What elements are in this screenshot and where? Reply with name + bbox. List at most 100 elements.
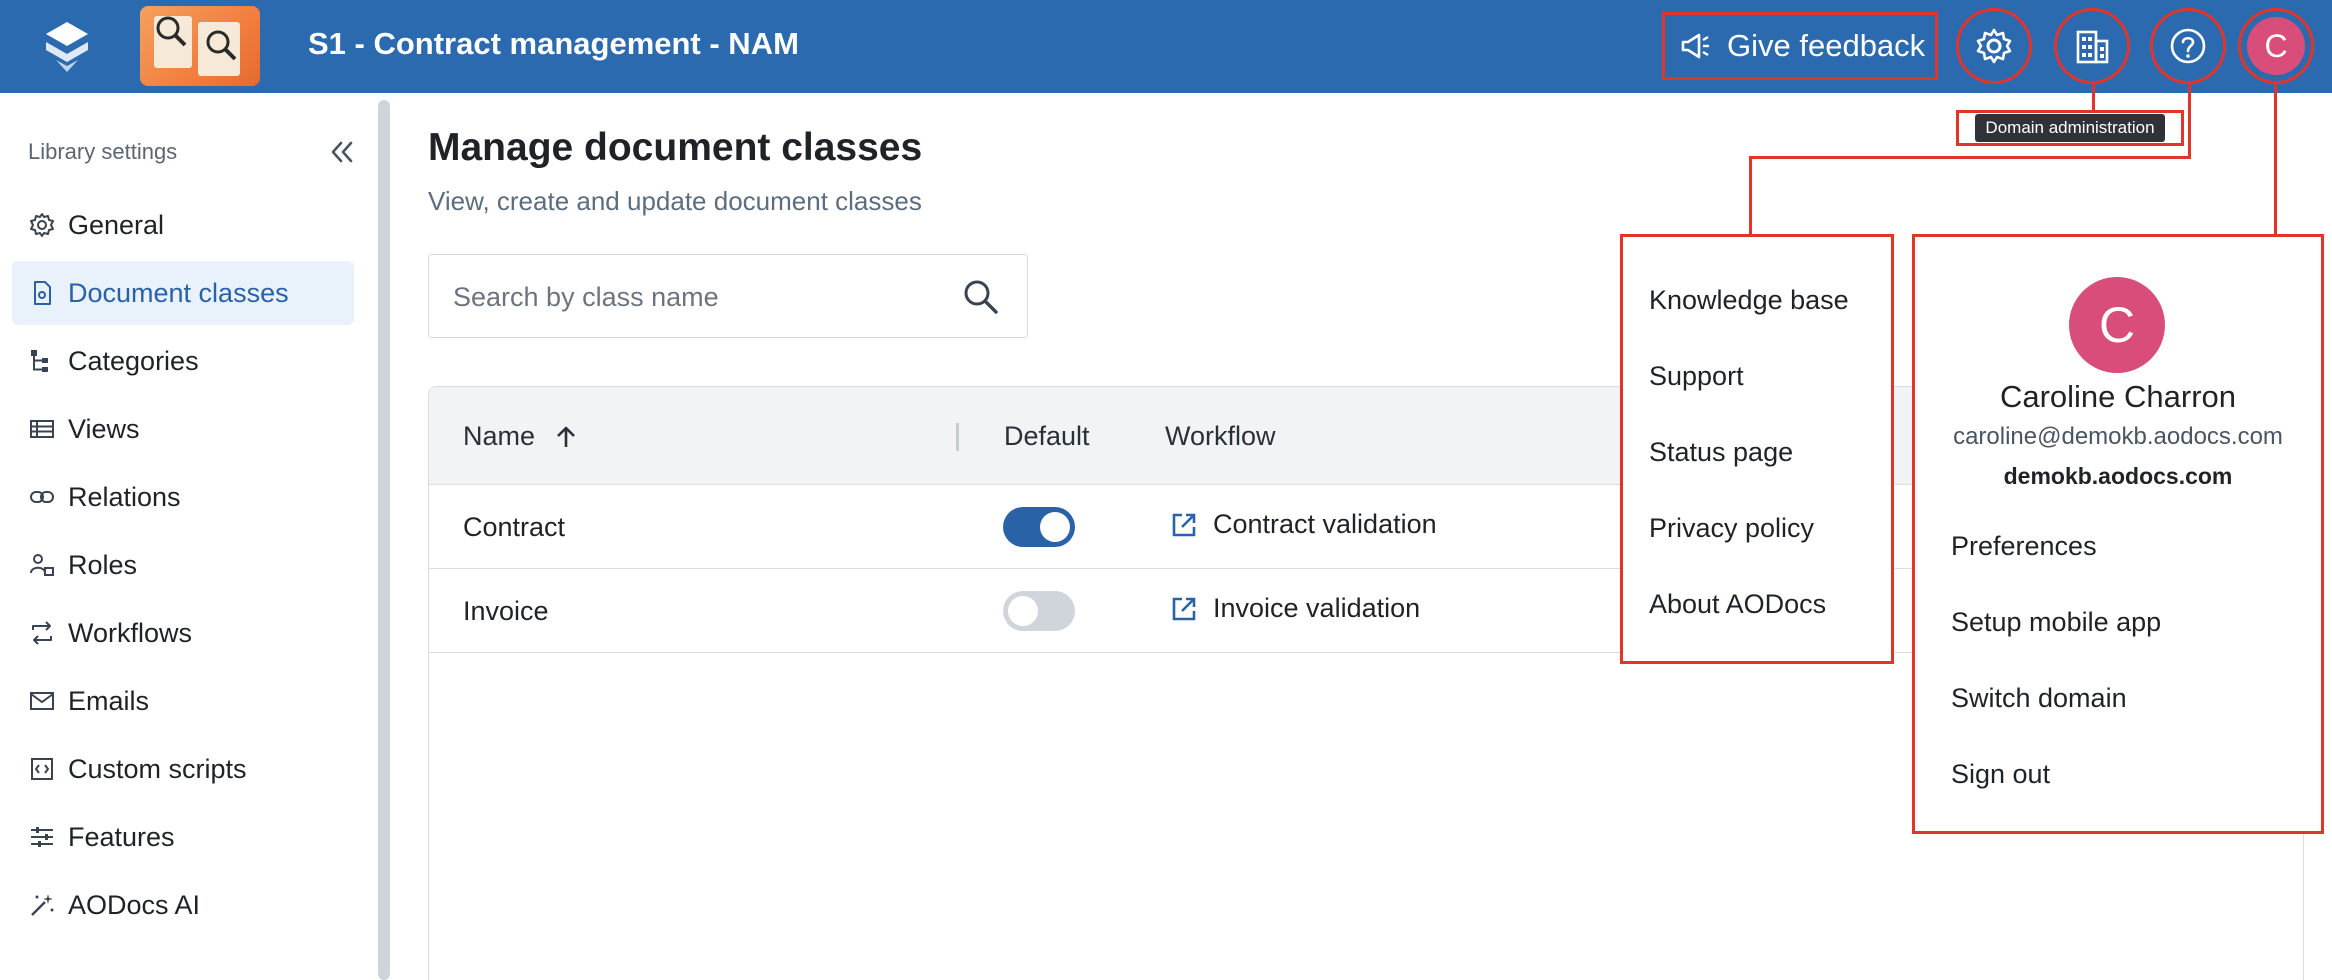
list-icon <box>30 420 54 438</box>
help-button[interactable] <box>2150 8 2226 84</box>
sidebar-item-aodocs-ai[interactable]: AODocs AI <box>12 873 354 937</box>
give-feedback-button[interactable]: Give feedback <box>1662 12 1938 80</box>
code-icon <box>31 758 53 780</box>
sliders-icon <box>31 827 53 847</box>
workflow-label: Contract validation <box>1213 509 1437 539</box>
page-title: Manage document classes <box>428 126 923 169</box>
help-connector-horizontal <box>1749 156 2191 159</box>
workflow-icon <box>32 621 52 645</box>
building-icon <box>2076 30 2109 64</box>
menu-item-setup-mobile-app[interactable]: Setup mobile app <box>1951 607 2161 638</box>
sidebar-heading: Library settings <box>28 139 178 164</box>
sidebar-item-categories[interactable]: Categories <box>12 329 354 393</box>
row-name: Contract <box>463 512 566 542</box>
sidebar-item-emails[interactable]: Emails <box>12 669 354 733</box>
column-header-name[interactable]: Name <box>463 421 579 452</box>
workflow-link[interactable]: Invoice validation <box>1169 593 1420 624</box>
document-class-icon <box>34 281 51 305</box>
toggle-knob <box>1008 596 1038 626</box>
domain-administration-button[interactable] <box>2054 8 2130 84</box>
sidebar-item-label: Views <box>68 413 140 444</box>
sidebar-item-label: Document classes <box>68 277 289 308</box>
default-toggle-on[interactable] <box>1003 507 1075 547</box>
sidebar-item-relations[interactable]: Relations <box>12 465 354 529</box>
megaphone-icon <box>1681 33 1709 59</box>
sidebar-item-label: AODocs AI <box>68 889 201 920</box>
search-icon[interactable] <box>959 275 1003 319</box>
help-connector-drop <box>1749 156 1752 236</box>
top-bar: S1 - Contract management - NAM Give feed… <box>0 0 2332 93</box>
sidebar-nav: General Document classes Categories View… <box>12 193 354 941</box>
help-item-status-page[interactable]: Status page <box>1649 437 1793 468</box>
link-icon <box>30 491 54 503</box>
library-thumbnail[interactable] <box>140 6 260 86</box>
sidebar-item-workflows[interactable]: Workflows <box>12 601 354 665</box>
sidebar-item-label: Roles <box>68 549 138 580</box>
mail-icon <box>30 692 54 710</box>
settings-button[interactable] <box>1956 8 2032 84</box>
column-resize-handle[interactable] <box>956 423 959 451</box>
sidebar-item-features[interactable]: Features <box>12 805 354 869</box>
avatar: C <box>2069 277 2165 373</box>
tree-icon <box>31 350 48 372</box>
magic-wand-icon <box>31 894 54 916</box>
sidebar-item-document-classes[interactable]: Document classes <box>12 261 354 325</box>
tooltip-connector <box>2092 84 2095 110</box>
help-item-privacy-policy[interactable]: Privacy policy <box>1649 513 1814 544</box>
collapse-sidebar-icon[interactable] <box>326 137 356 167</box>
menu-item-sign-out[interactable]: Sign out <box>1951 759 2050 790</box>
default-toggle-off[interactable] <box>1003 591 1075 631</box>
magnifier-illustration-icon-2 <box>206 30 237 61</box>
sidebar-item-views[interactable]: Views <box>12 397 354 461</box>
column-header-default[interactable]: Default <box>1004 421 1090 452</box>
sidebar: Library settings General Document classe… <box>0 93 372 980</box>
user-menu: C Caroline Charron caroline@demokb.aodoc… <box>1912 234 2324 834</box>
open-external-icon <box>1172 513 1196 536</box>
sidebar-item-label: Workflows <box>68 617 193 648</box>
row-name: Invoice <box>463 596 549 626</box>
gear-icon <box>1976 28 2012 64</box>
workflow-label: Invoice validation <box>1213 593 1421 623</box>
gear-icon <box>30 213 54 237</box>
user-name: Caroline Charron <box>1999 379 2237 414</box>
menu-item-switch-domain[interactable]: Switch domain <box>1951 683 2127 714</box>
help-connector-vertical <box>2188 84 2191 158</box>
sidebar-scrollbar[interactable] <box>378 100 390 980</box>
help-icon <box>2170 28 2206 64</box>
sidebar-item-label: General <box>68 209 165 240</box>
roles-icon <box>30 554 54 576</box>
sort-ascending-icon[interactable] <box>553 424 579 450</box>
open-external-icon <box>1172 597 1196 620</box>
help-item-knowledge-base[interactable]: Knowledge base <box>1649 285 1849 316</box>
workflow-link[interactable]: Contract validation <box>1169 509 1437 540</box>
give-feedback-label: Give feedback <box>1727 28 1926 63</box>
column-header-workflow[interactable]: Workflow <box>1165 421 1276 452</box>
sidebar-item-label: Features <box>68 821 175 852</box>
sidebar-item-label: Categories <box>68 345 199 376</box>
magnifier-illustration-icon <box>156 16 187 47</box>
menu-item-preferences[interactable]: Preferences <box>1951 531 2097 562</box>
app-logo[interactable] <box>44 20 90 72</box>
user-connector <box>2274 84 2277 236</box>
sidebar-item-label: Emails <box>68 685 150 716</box>
tooltip-text: Domain administration <box>1975 114 2165 142</box>
sidebar-item-custom-scripts[interactable]: Custom scripts <box>12 737 354 801</box>
column-label: Name <box>463 421 536 451</box>
sidebar-item-label: Relations <box>68 481 181 512</box>
help-item-support[interactable]: Support <box>1649 361 1744 392</box>
user-domain: demokb.aodocs.com <box>2003 463 2233 489</box>
app-title: S1 - Contract management - NAM <box>308 26 799 61</box>
page-subtitle: View, create and update document classes <box>428 186 922 216</box>
search-field[interactable] <box>428 254 1028 338</box>
sidebar-item-roles[interactable]: Roles <box>12 533 354 597</box>
sidebar-item-general[interactable]: General <box>12 193 354 257</box>
sidebar-item-label: Custom scripts <box>68 753 247 784</box>
user-avatar-button[interactable]: C <box>2238 8 2314 84</box>
help-menu: Knowledge base Support Status page Priva… <box>1620 234 1894 664</box>
user-email: caroline@demokb.aodocs.com <box>1953 423 2283 450</box>
help-item-about[interactable]: About AODocs <box>1649 589 1826 620</box>
domain-administration-tooltip: Domain administration <box>1956 110 2184 146</box>
toggle-knob <box>1040 512 1070 542</box>
search-input[interactable] <box>453 277 933 317</box>
avatar: C <box>2247 17 2305 75</box>
